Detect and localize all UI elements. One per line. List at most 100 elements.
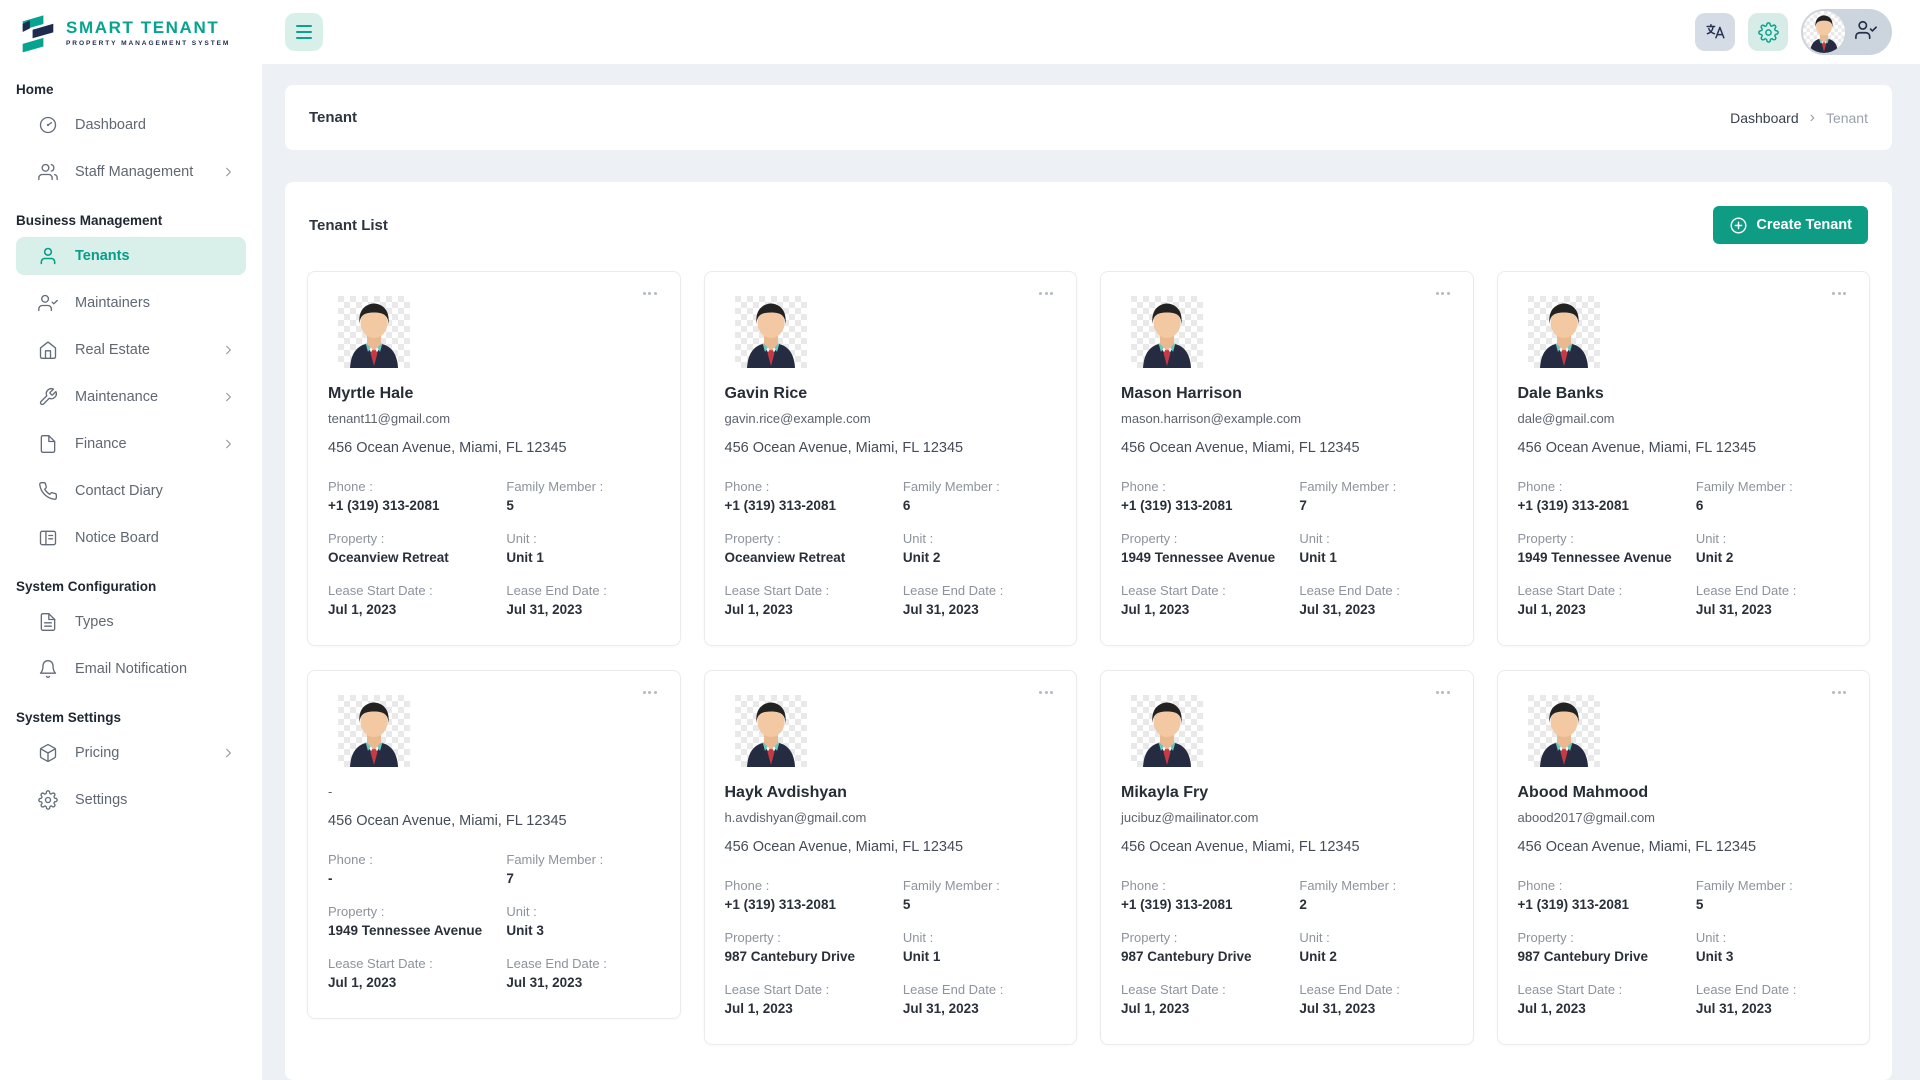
sidebar-section-title: System Configuration xyxy=(16,579,246,594)
breadcrumb-dashboard-link[interactable]: Dashboard xyxy=(1730,110,1799,126)
unit-value: Unit 3 xyxy=(506,923,659,938)
lease-end-value: Jul 31, 2023 xyxy=(1299,602,1452,617)
tenant-list-panel: Tenant List Create Tenant Myrtle Hale te… xyxy=(285,182,1892,1080)
sidebar-item-real-estate[interactable]: Real Estate xyxy=(16,331,246,369)
language-button[interactable] xyxy=(1695,13,1735,51)
sidebar-item-notice-board[interactable]: Notice Board xyxy=(16,519,246,557)
sidebar-item-maintainers[interactable]: Maintainers xyxy=(16,284,246,322)
sidebar-item-label: Maintenance xyxy=(75,389,158,405)
tenant-info-grid: Phone : +1 (319) 313-2081 Family Member … xyxy=(1518,479,1850,617)
card-options-button[interactable] xyxy=(638,287,662,300)
card-options-button[interactable] xyxy=(1431,686,1455,699)
lease-start-label: Lease Start Date : xyxy=(328,956,496,971)
breadcrumb-current: Tenant xyxy=(1826,110,1868,126)
lease-start-value: Jul 1, 2023 xyxy=(1121,602,1289,617)
breadcrumb: Dashboard › Tenant xyxy=(1730,110,1868,126)
phone-label: Phone : xyxy=(725,479,893,494)
sidebar-item-label: Email Notification xyxy=(75,661,187,677)
settings-quick-button[interactable] xyxy=(1748,13,1788,51)
tenant-list-header: Tenant List Create Tenant xyxy=(307,182,1870,271)
property-label: Property : xyxy=(725,531,893,546)
menu-icon xyxy=(296,25,312,28)
family-member-label: Family Member : xyxy=(903,878,1056,893)
board-icon xyxy=(38,528,58,548)
lease-end-label: Lease End Date : xyxy=(1299,982,1452,997)
lease-end-label: Lease End Date : xyxy=(506,583,659,598)
card-options-button[interactable] xyxy=(1827,686,1851,699)
tenant-name: Dale Banks xyxy=(1518,385,1850,403)
sidebar-item-label: Real Estate xyxy=(75,342,150,358)
tenant-email: jucibuz@mailinator.com xyxy=(1121,810,1453,825)
create-tenant-label: Create Tenant xyxy=(1756,217,1852,233)
card-options-button[interactable] xyxy=(1034,686,1058,699)
tenant-info-grid: Phone : +1 (319) 313-2081 Family Member … xyxy=(328,479,660,617)
unit-value: Unit 1 xyxy=(506,550,659,565)
sidebar-item-staff-management[interactable]: Staff Management xyxy=(16,153,246,191)
tenant-info-grid: Phone : - Family Member : 7 Property : 1… xyxy=(328,852,660,990)
tenant-address: 456 Ocean Avenue, Miami, FL 12345 xyxy=(1121,440,1453,456)
family-member-label: Family Member : xyxy=(506,479,659,494)
sidebar-item-pricing[interactable]: Pricing xyxy=(16,734,246,772)
sidebar-item-maintenance[interactable]: Maintenance xyxy=(16,378,246,416)
menu-toggle-button[interactable] xyxy=(285,13,323,51)
unit-label: Unit : xyxy=(1299,930,1452,945)
card-options-button[interactable] xyxy=(1827,287,1851,300)
chevron-right-icon xyxy=(221,165,236,180)
unit-value: Unit 2 xyxy=(903,550,1056,565)
sidebar-item-dashboard[interactable]: Dashboard xyxy=(16,106,246,144)
tenant-card: Mason Harrison mason.harrison@example.co… xyxy=(1100,271,1474,646)
phone-label: Phone : xyxy=(1518,878,1686,893)
lease-end-value: Jul 31, 2023 xyxy=(1696,1001,1849,1016)
lease-start-label: Lease Start Date : xyxy=(1518,583,1686,598)
unit-label: Unit : xyxy=(1696,930,1849,945)
page-header-card: Tenant Dashboard › Tenant xyxy=(285,85,1892,150)
phone-label: Phone : xyxy=(1121,479,1289,494)
tenant-address: 456 Ocean Avenue, Miami, FL 12345 xyxy=(328,440,660,456)
lease-end-value: Jul 31, 2023 xyxy=(1299,1001,1452,1016)
wrench-icon xyxy=(38,387,58,407)
translate-icon xyxy=(1705,22,1726,43)
create-tenant-button[interactable]: Create Tenant xyxy=(1713,206,1868,244)
family-member-value: 6 xyxy=(1696,498,1849,513)
card-options-button[interactable] xyxy=(1431,287,1455,300)
sidebar-section-title: Business Management xyxy=(16,213,246,228)
brand-logo-icon xyxy=(20,11,56,53)
sidebar-item-settings[interactable]: Settings xyxy=(16,781,246,819)
property-value: 987 Cantebury Drive xyxy=(725,949,893,964)
family-member-value: 2 xyxy=(1299,897,1452,912)
property-label: Property : xyxy=(1121,930,1289,945)
sidebar-section-title: System Settings xyxy=(16,710,246,725)
tenant-info-grid: Phone : +1 (319) 313-2081 Family Member … xyxy=(1121,479,1453,617)
tenant-card: Hayk Avdishyan h.avdishyan@gmail.com 456… xyxy=(704,670,1078,1045)
brand-tagline: PROPERTY MANAGEMENT SYSTEM xyxy=(66,40,230,47)
chevron-right-icon xyxy=(221,343,236,358)
unit-label: Unit : xyxy=(1299,531,1452,546)
profile-menu[interactable] xyxy=(1801,9,1892,55)
sidebar-item-label: Tenants xyxy=(75,248,130,264)
sidebar-item-label: Finance xyxy=(75,436,127,452)
unit-value: Unit 1 xyxy=(1299,550,1452,565)
family-member-label: Family Member : xyxy=(506,852,659,867)
sidebar-item-label: Notice Board xyxy=(75,530,159,546)
tenant-info-grid: Phone : +1 (319) 313-2081 Family Member … xyxy=(1518,878,1850,1016)
tenant-card: Myrtle Hale tenant11@gmail.com 456 Ocean… xyxy=(307,271,681,646)
package-icon xyxy=(38,743,58,763)
sidebar-section-title: Home xyxy=(16,82,246,97)
sidebar-item-contact-diary[interactable]: Contact Diary xyxy=(16,472,246,510)
brand-logo[interactable]: SMART TENANT PROPERTY MANAGEMENT SYSTEM xyxy=(0,0,262,64)
chevron-right-icon xyxy=(221,437,236,452)
sidebar-item-label: Pricing xyxy=(75,745,119,761)
dashboard-icon xyxy=(38,115,58,135)
lease-start-value: Jul 1, 2023 xyxy=(1121,1001,1289,1016)
property-label: Property : xyxy=(725,930,893,945)
sidebar-item-types[interactable]: Types xyxy=(16,603,246,641)
tenant-card: Dale Banks dale@gmail.com 456 Ocean Aven… xyxy=(1497,271,1871,646)
sidebar-item-finance[interactable]: Finance xyxy=(16,425,246,463)
phone-label: Phone : xyxy=(328,852,496,867)
content-area: Tenant Dashboard › Tenant Tenant List Cr… xyxy=(262,64,1920,1080)
card-options-button[interactable] xyxy=(638,686,662,699)
unit-label: Unit : xyxy=(506,904,659,919)
sidebar-item-email-notification[interactable]: Email Notification xyxy=(16,650,246,688)
card-options-button[interactable] xyxy=(1034,287,1058,300)
sidebar-item-tenants[interactable]: Tenants xyxy=(16,237,246,275)
